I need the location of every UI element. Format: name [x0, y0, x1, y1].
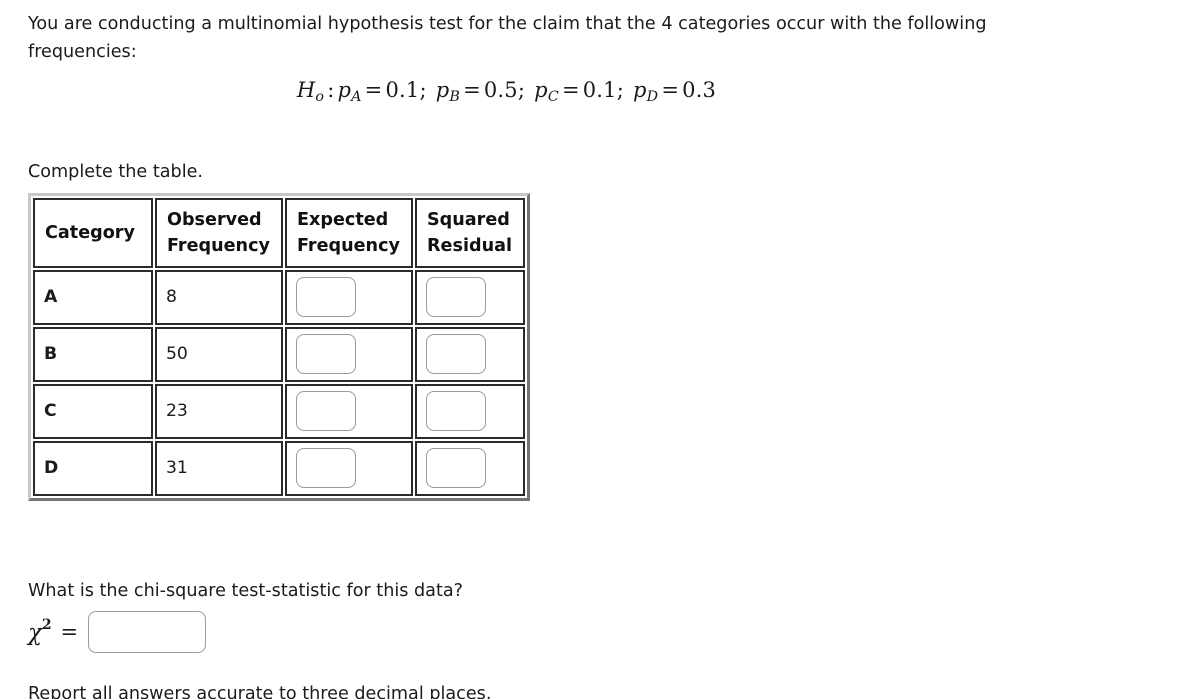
cell-observed-b: 50	[155, 326, 283, 382]
term-c-sub: C	[547, 88, 559, 105]
term-d-var: p	[633, 78, 647, 102]
hypothesis-colon: :	[327, 78, 335, 102]
term-a-value: 0.1	[385, 78, 420, 102]
cell-expected-b	[285, 326, 413, 382]
cell-squared-residual-b	[415, 326, 525, 382]
cell-category-a: A	[33, 269, 153, 325]
chi-equals-sign: =	[60, 619, 79, 644]
header-observed-line2: Frequency	[167, 235, 270, 256]
table-row: A 8	[33, 269, 525, 325]
cell-expected-a	[285, 269, 413, 325]
squared-residual-input-c[interactable]	[426, 391, 486, 432]
table-row: D 31	[33, 440, 525, 496]
header-squared-line2: Residual	[427, 235, 513, 256]
header-observed-line1: Observed	[167, 209, 262, 230]
header-category: Category	[33, 197, 153, 268]
cell-category-d: D	[33, 440, 153, 496]
cell-observed-d: 31	[155, 440, 283, 496]
table-row: C 23	[33, 383, 525, 439]
term-d-eq: =	[661, 78, 680, 102]
term-a-eq: =	[364, 78, 383, 102]
table-row: B 50	[33, 326, 525, 382]
cell-category-b: B	[33, 326, 153, 382]
cell-observed-c: 23	[155, 383, 283, 439]
term-a-sep: ;	[419, 78, 427, 102]
term-d-value: 0.3	[682, 78, 717, 102]
header-expected-line2: Frequency	[297, 235, 400, 256]
term-c-var: p	[534, 78, 548, 102]
term-c-sep: ;	[616, 78, 625, 102]
worksheet-page: You are conducting a multinomial hypothe…	[0, 0, 1200, 699]
term-b-value: 0.5	[483, 78, 518, 102]
frequency-table: Category Observed Frequency Expected Fre…	[28, 192, 530, 501]
cell-expected-c	[285, 383, 413, 439]
chi-square-input[interactable]	[88, 610, 207, 653]
header-expected-frequency: Expected Frequency	[285, 197, 413, 268]
squared-residual-input-a[interactable]	[426, 277, 486, 318]
problem-statement: You are conducting a multinomial hypothe…	[28, 14, 987, 62]
hypothesis-formula-line: Ho: pA = 0.1; pB = 0.5; pC = 0.1; pD = 0.3	[28, 78, 1200, 105]
cell-expected-d	[285, 440, 413, 496]
expected-frequency-input-a[interactable]	[296, 277, 356, 318]
complete-table-label: Complete the table.	[28, 161, 204, 182]
cell-squared-residual-d	[415, 440, 525, 496]
term-b-var: p	[435, 78, 450, 102]
header-squared-residual: Squared Residual	[415, 197, 525, 268]
chi-square-symbol: χ2	[28, 617, 52, 646]
term-b-eq: =	[463, 78, 481, 102]
term-a-var: p	[337, 78, 352, 102]
term-b-sep: ;	[517, 78, 526, 102]
hypothesis-subscript: o	[315, 88, 325, 105]
chi-square-question: What is the chi-square test-statistic fo…	[28, 580, 463, 601]
header-observed-frequency: Observed Frequency	[155, 197, 283, 268]
hypothesis-formula: Ho: pA = 0.1; pB = 0.5; pC = 0.1; pD = 0.3	[296, 78, 717, 105]
term-c-eq: =	[561, 78, 580, 102]
term-c-value: 0.1	[582, 78, 617, 102]
squared-residual-input-b[interactable]	[426, 334, 486, 375]
chi-exponent: 2	[41, 617, 52, 634]
expected-frequency-input-b[interactable]	[296, 334, 356, 375]
cell-squared-residual-c	[415, 383, 525, 439]
header-expected-line1: Expected	[297, 209, 389, 230]
chi-square-answer-row: χ2 =	[28, 610, 1200, 654]
squared-residual-input-d[interactable]	[426, 448, 486, 489]
precision-note: Report all answers accurate to three dec…	[28, 683, 492, 699]
header-category-line1: Category	[45, 222, 135, 243]
cell-observed-a: 8	[155, 269, 283, 325]
table-header-row: Category Observed Frequency Expected Fre…	[33, 197, 525, 268]
cell-squared-residual-a	[415, 269, 525, 325]
hypothesis-symbol: H	[296, 78, 316, 102]
expected-frequency-input-c[interactable]	[296, 391, 356, 432]
term-a-sub: A	[351, 88, 362, 105]
term-b-sub: B	[449, 88, 461, 105]
chi-glyph: χ	[28, 619, 42, 646]
expected-frequency-input-d[interactable]	[296, 448, 356, 489]
term-d-sub: D	[646, 88, 659, 105]
header-squared-line1: Squared	[427, 209, 510, 230]
cell-category-c: C	[33, 383, 153, 439]
